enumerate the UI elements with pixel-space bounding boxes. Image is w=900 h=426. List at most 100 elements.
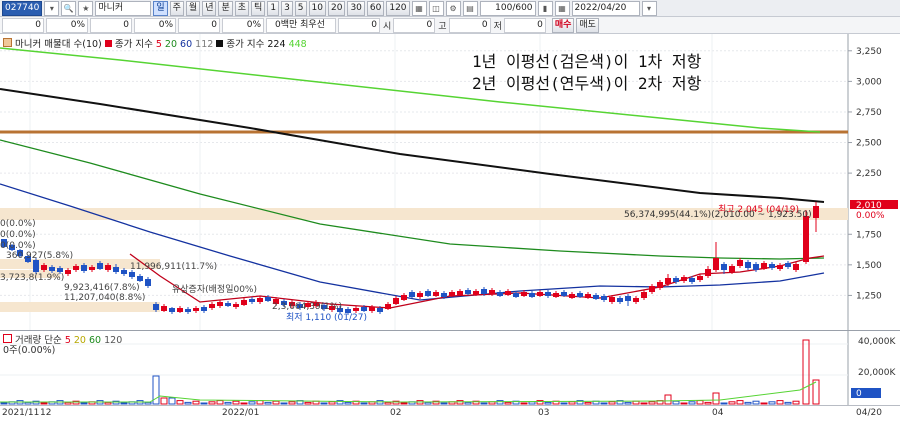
- annotation-line-1: 1년 이평선(검은색)이 1차 저항: [472, 52, 702, 71]
- lock-icon[interactable]: ▤: [462, 0, 478, 16]
- count-input[interactable]: 100/600: [479, 0, 536, 16]
- candle-body: [513, 293, 519, 297]
- candle-body: [433, 292, 439, 296]
- legend-item-profile[interactable]: 마니커 매물대 수(10): [15, 39, 102, 50]
- period-day-button[interactable]: 일: [153, 0, 168, 16]
- candle-body: [105, 265, 111, 270]
- candle-body: [441, 293, 447, 297]
- candle-body: [689, 278, 695, 282]
- vol-legend-ma60: 60: [89, 335, 102, 346]
- period-second-button[interactable]: 초: [234, 0, 250, 16]
- calendar-dropdown-icon[interactable]: ▾: [641, 0, 657, 16]
- stock-name[interactable]: 마니커: [95, 0, 152, 16]
- price-tick-label: 3,250: [856, 47, 882, 57]
- candle-body: [73, 266, 79, 270]
- price-tick-label: 1,250: [856, 291, 882, 301]
- vol-legend-ma120: 120: [104, 335, 123, 346]
- candle-body: [417, 293, 423, 297]
- candle-body: [425, 291, 431, 296]
- candle-body: [803, 216, 809, 262]
- volume-bar: [560, 402, 568, 405]
- interval-1-button[interactable]: 1: [267, 0, 280, 16]
- stock-code-input[interactable]: 027740: [2, 0, 43, 16]
- volume-bar: [240, 402, 248, 405]
- volume-bar: [280, 402, 288, 405]
- vol-tick-0: 0: [856, 389, 862, 399]
- xlabel-04-20: 04/20: [856, 408, 882, 418]
- legend-ma448: 448: [288, 39, 307, 50]
- interval-5-button[interactable]: 5: [294, 0, 307, 16]
- xlabel-2022-01: 2022/01: [222, 408, 260, 418]
- candle-body: [401, 295, 407, 300]
- candle-body: [265, 297, 271, 301]
- candle-body: [465, 290, 471, 294]
- interval-3-button[interactable]: 3: [281, 0, 293, 16]
- open-label: 시: [383, 21, 392, 32]
- candle-body: [89, 267, 95, 270]
- date-input[interactable]: 2022/04/20: [571, 0, 640, 16]
- candle-body: [473, 291, 479, 295]
- buy-button[interactable]: 매수: [551, 17, 575, 33]
- candle-body: [729, 266, 735, 272]
- candle-body: [169, 308, 175, 312]
- interval-120-button[interactable]: 120: [386, 0, 410, 16]
- candle-body: [249, 299, 255, 302]
- interval-30-button[interactable]: 30: [347, 0, 365, 16]
- volume-bar: [760, 402, 768, 405]
- candle-body: [257, 298, 263, 302]
- candle-body: [185, 309, 191, 312]
- high-label: 고: [438, 21, 447, 32]
- candle-body: [593, 295, 599, 299]
- grid-icon[interactable]: ▦: [411, 0, 427, 16]
- period-year-button[interactable]: 년: [202, 0, 217, 16]
- candle-body: [569, 294, 575, 298]
- period-minute-button[interactable]: 분: [218, 0, 233, 16]
- dropdown-arrow-icon[interactable]: ▾: [44, 0, 60, 16]
- candle-body: [385, 304, 391, 309]
- profile-current-label: 56,374,995(44.1%)(2,010.00 ~ 1,923.50): [624, 210, 812, 220]
- candle-body: [409, 292, 415, 297]
- price-tick-label: 3,000: [856, 77, 882, 87]
- current-price-label: 2,010: [856, 201, 882, 211]
- interval-60-button[interactable]: 60: [366, 0, 385, 16]
- volume-bar: [120, 402, 128, 405]
- candle-body: [657, 282, 663, 288]
- volume-chart[interactable]: 40,000K 20,000K 0: [0, 330, 900, 405]
- sell-button[interactable]: 매도: [576, 17, 599, 33]
- candle-body: [697, 276, 703, 280]
- profile-label-5: 3,723,8(1.9%): [0, 273, 65, 283]
- volume-bar: [600, 402, 608, 405]
- candle-body: [649, 286, 655, 292]
- candle-body: [769, 264, 775, 268]
- time-axis: 2021/11 12 2022/01 02 03 04 04/20: [0, 405, 900, 426]
- candle-body: [65, 270, 71, 274]
- period-month-button[interactable]: 월: [185, 0, 201, 16]
- legend-item-close[interactable]: 종가 지수: [115, 39, 153, 50]
- annotation-line-2: 2년 이평선(연두색)이 2차 저항: [472, 74, 702, 93]
- candle-body: [721, 264, 727, 270]
- price-tick-label: 2,500: [856, 139, 882, 149]
- period-tick-button[interactable]: 틱: [251, 0, 266, 16]
- interval-10-button[interactable]: 10: [308, 0, 326, 16]
- period-week-button[interactable]: 주: [169, 0, 184, 16]
- volume-bar: [400, 402, 408, 405]
- candle-body: [521, 292, 527, 296]
- search-icon[interactable]: 🔍: [61, 0, 77, 16]
- candle-body: [377, 308, 383, 312]
- candle-body: [177, 308, 183, 312]
- interval-20-button[interactable]: 20: [327, 0, 346, 16]
- candle-body: [201, 307, 207, 311]
- split-icon[interactable]: ◫: [428, 0, 444, 16]
- candle-body: [97, 263, 103, 269]
- candle-body: [609, 297, 615, 302]
- calendar-icon[interactable]: ▦: [554, 0, 570, 16]
- legend-item-close2[interactable]: 종가 지수: [226, 39, 264, 50]
- candle-body: [601, 296, 607, 300]
- candle-body: [457, 291, 463, 295]
- star-icon[interactable]: ★: [78, 0, 94, 16]
- chart-icon[interactable]: ▮: [537, 0, 553, 16]
- settings-icon[interactable]: ⚙: [445, 0, 461, 16]
- high-value: 0: [448, 17, 491, 33]
- profile-label-2: 0(0.0%): [0, 230, 36, 240]
- candle-body: [673, 278, 679, 282]
